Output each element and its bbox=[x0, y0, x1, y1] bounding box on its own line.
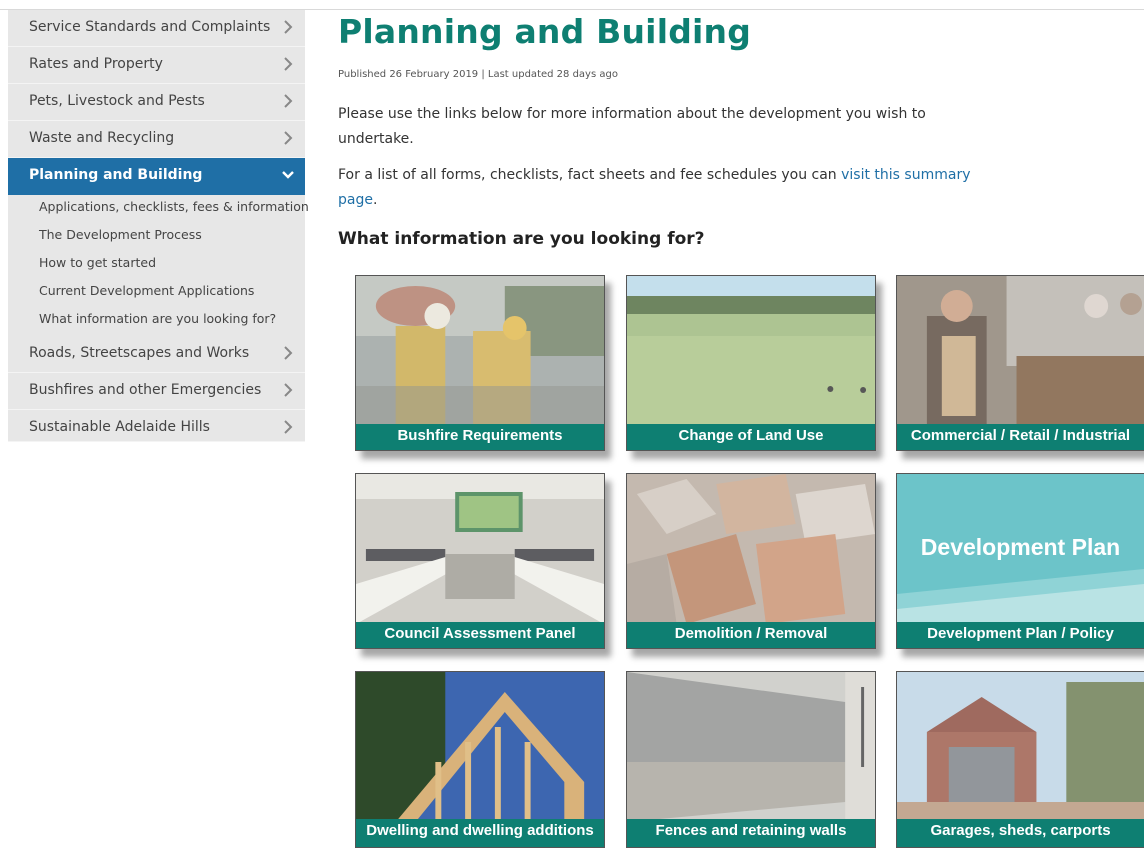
chevron-right-icon bbox=[284, 94, 293, 108]
tile-change-of-land-use[interactable]: Change of Land Use bbox=[626, 275, 876, 451]
sidebar-nav: Service Standards and Complaints Rates a… bbox=[8, 10, 309, 442]
tile-caption: Development Plan / Policy bbox=[897, 622, 1144, 648]
sidebar-item-label: Bushfires and other Emergencies bbox=[29, 382, 262, 398]
sidebar-item-label: Waste and Recycling bbox=[29, 130, 175, 146]
tile-caption: Demolition / Removal bbox=[627, 622, 875, 648]
tile-development-plan-policy[interactable]: Development Plan Development Plan / Poli… bbox=[896, 473, 1144, 649]
sidebar-item-label: Rates and Property bbox=[29, 56, 163, 72]
image-overlay bbox=[897, 276, 1144, 426]
forms-suffix: . bbox=[372, 192, 378, 208]
sidebar-item-waste-recycling[interactable]: Waste and Recycling bbox=[8, 121, 305, 158]
sidebar-item-sustainable-adelaide-hills[interactable]: Sustainable Adelaide Hills bbox=[8, 410, 305, 442]
tile-caption: Commercial / Retail / Industrial bbox=[897, 424, 1144, 450]
chevron-right-icon bbox=[284, 383, 293, 397]
subnav-current-applications[interactable]: Current Development Applications bbox=[39, 283, 254, 298]
tile-caption: Fences and retaining walls bbox=[627, 819, 875, 847]
tile-bushfire-requirements[interactable]: Bushfire Requirements bbox=[355, 275, 605, 451]
sidebar-item-label: Pets, Livestock and Pests bbox=[29, 93, 205, 109]
tile-caption: Change of Land Use bbox=[627, 424, 875, 450]
subnav-applications-checklists[interactable]: Applications, checklists, fees & informa… bbox=[39, 199, 309, 214]
sidebar-item-label: Roads, Streetscapes and Works bbox=[29, 345, 250, 361]
development-plan-banner-image: Development Plan bbox=[897, 474, 1144, 624]
sidebar-item-label: Planning and Building bbox=[29, 167, 203, 183]
published-meta: Published 26 February 2019 | Last update… bbox=[338, 69, 618, 80]
development-plan-banner-text: Development Plan bbox=[920, 534, 1121, 560]
tile-caption: Dwelling and dwelling additions bbox=[356, 819, 604, 847]
sidebar-item-service-standards[interactable]: Service Standards and Complaints bbox=[8, 10, 305, 47]
house-frame-image bbox=[356, 672, 604, 822]
image-overlay bbox=[627, 276, 875, 426]
sidebar-item-roads-streetscapes[interactable]: Roads, Streetscapes and Works bbox=[8, 336, 305, 373]
image-overlay bbox=[627, 474, 875, 624]
image-overlay bbox=[356, 474, 604, 624]
sidebar-item-planning-building[interactable]: Planning and Building bbox=[8, 158, 305, 195]
chevron-right-icon bbox=[284, 20, 293, 34]
sidebar-item-rates-property[interactable]: Rates and Property bbox=[8, 47, 305, 84]
subnav-what-information[interactable]: What information are you looking for? bbox=[39, 311, 276, 326]
image-overlay bbox=[897, 672, 1144, 822]
tile-caption: Council Assessment Panel bbox=[356, 622, 604, 648]
tile-caption: Garages, sheds, carports bbox=[897, 819, 1144, 847]
tile-commercial-retail-industrial[interactable]: Commercial / Retail / Industrial bbox=[896, 275, 1144, 451]
subnav-how-to-get-started[interactable]: How to get started bbox=[39, 255, 156, 270]
tile-demolition-removal[interactable]: Demolition / Removal bbox=[626, 473, 876, 649]
chevron-right-icon bbox=[284, 420, 293, 434]
sidebar-item-label: Service Standards and Complaints bbox=[29, 19, 271, 35]
image-overlay bbox=[356, 276, 604, 426]
tile-caption: Bushfire Requirements bbox=[356, 424, 604, 450]
chevron-right-icon bbox=[284, 57, 293, 71]
section-heading: What information are you looking for? bbox=[338, 229, 705, 249]
sidebar-item-bushfires-emergencies[interactable]: Bushfires and other Emergencies bbox=[8, 373, 305, 410]
chevron-right-icon bbox=[284, 131, 293, 145]
forms-text: For a list of all forms, checklists, fac… bbox=[338, 167, 842, 183]
tile-council-assessment-panel[interactable]: Council Assessment Panel bbox=[355, 473, 605, 649]
tile-garages-sheds-carports[interactable]: Garages, sheds, carports bbox=[896, 671, 1144, 848]
tile-fences-retaining-walls[interactable]: Fences and retaining walls bbox=[626, 671, 876, 848]
tile-dwelling-additions[interactable]: Dwelling and dwelling additions bbox=[355, 671, 605, 848]
chevron-right-icon bbox=[284, 346, 293, 360]
page-title: Planning and Building bbox=[338, 12, 752, 51]
intro-paragraph: Please use the links below for more info… bbox=[338, 106, 926, 147]
subnav-development-process[interactable]: The Development Process bbox=[39, 227, 202, 242]
image-overlay bbox=[627, 672, 875, 822]
sidebar-item-label: Sustainable Adelaide Hills bbox=[29, 419, 210, 435]
forms-paragraph: For a list of all forms, checklists, fac… bbox=[338, 163, 978, 213]
sidebar-item-pets-livestock[interactable]: Pets, Livestock and Pests bbox=[8, 84, 305, 121]
chevron-down-icon bbox=[282, 171, 294, 179]
